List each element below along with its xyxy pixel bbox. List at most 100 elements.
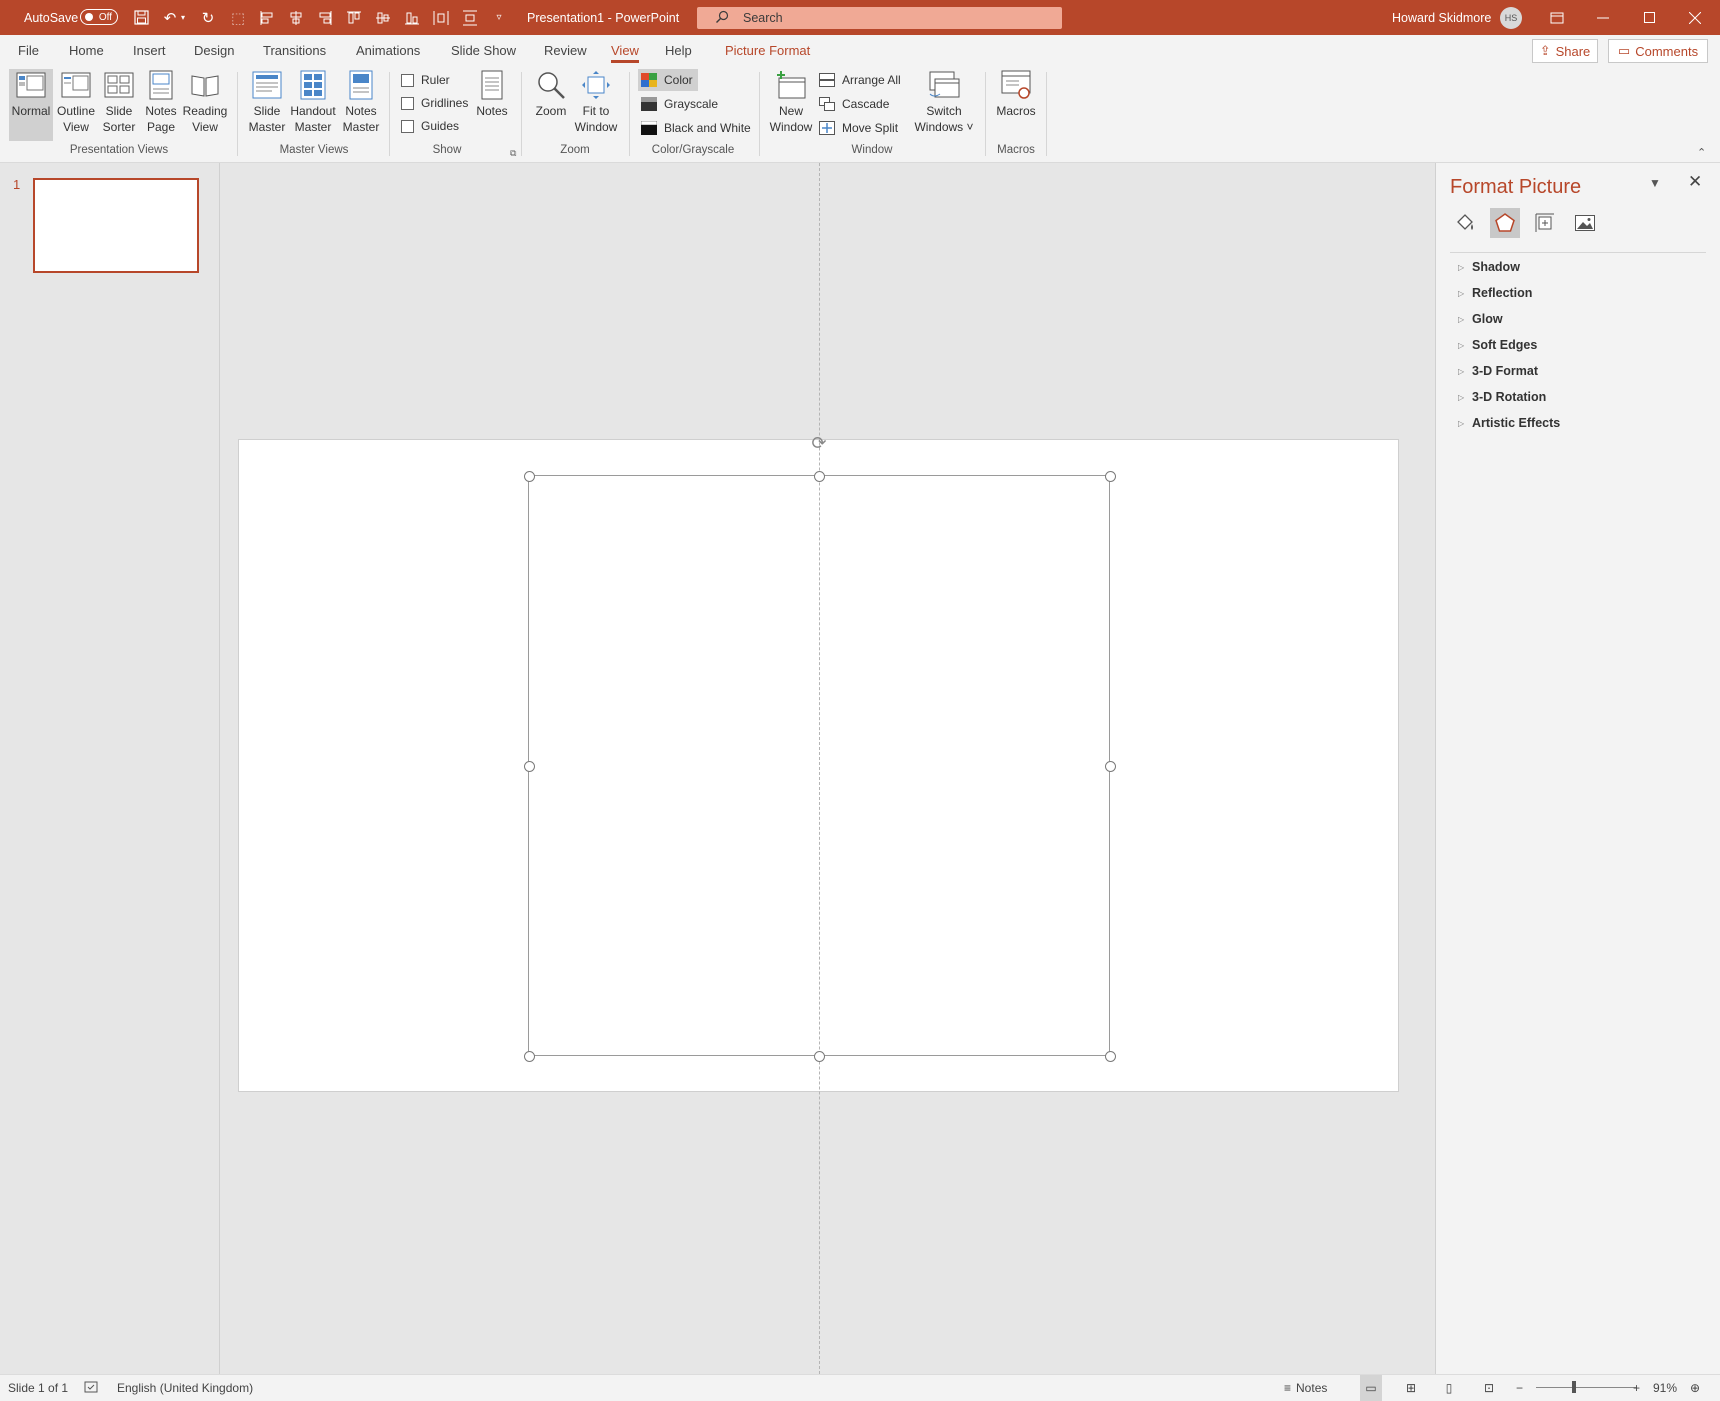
fit-to-window-button[interactable]: Fit to Window (572, 69, 620, 141)
section-reflection[interactable]: ▷ Reflection (1458, 283, 1532, 303)
fill-line-icon[interactable] (1450, 208, 1480, 238)
tab-animations[interactable]: Animations (356, 35, 420, 66)
section-glow[interactable]: ▷ Glow (1458, 309, 1503, 329)
tab-help[interactable]: Help (665, 35, 692, 66)
resize-handle-bottom-left[interactable] (524, 1051, 535, 1062)
autosave-toggle[interactable]: Off (80, 9, 118, 25)
pane-options-icon[interactable]: ▼ (1649, 176, 1661, 190)
section-soft-edges[interactable]: ▷ Soft Edges (1458, 335, 1537, 355)
align-center-icon[interactable] (286, 0, 306, 35)
handout-master-button[interactable]: Handout Master (288, 69, 338, 141)
tab-insert[interactable]: Insert (133, 35, 166, 66)
section-3d-rotation[interactable]: ▷ 3-D Rotation (1458, 387, 1546, 407)
tab-view[interactable]: View (611, 35, 639, 66)
resize-handle-bottom-right[interactable] (1105, 1051, 1116, 1062)
gridlines-checkbox[interactable]: Gridlines (401, 92, 468, 114)
distribute-vertical-icon[interactable] (460, 0, 480, 35)
arrange-all-button[interactable]: Arrange All (819, 69, 901, 91)
reading-view-button[interactable]: Reading View (182, 69, 228, 141)
section-shadow[interactable]: ▷ Shadow (1458, 257, 1520, 277)
show-dialog-launcher-icon[interactable]: ⧉ (510, 148, 516, 159)
align-left-icon[interactable] (257, 0, 277, 35)
undo-dropdown-icon[interactable]: ▾ (178, 0, 188, 35)
resize-handle-left[interactable] (524, 761, 535, 772)
resize-handle-top-right[interactable] (1105, 471, 1116, 482)
comments-button[interactable]: ▭ Comments (1608, 39, 1708, 63)
zoom-slider-track[interactable] (1536, 1387, 1636, 1388)
new-window-button[interactable]: New Window (767, 69, 815, 141)
resize-handle-bottom[interactable] (814, 1051, 825, 1062)
undo-icon[interactable]: ↶ (160, 0, 180, 35)
notes-master-button[interactable]: Notes Master (339, 69, 383, 141)
align-right-icon[interactable] (315, 0, 335, 35)
user-name[interactable]: Howard Skidmore (1392, 0, 1491, 35)
share-button[interactable]: ⇪ Share (1532, 39, 1598, 63)
switch-windows-button[interactable]: Switch Windows ˅ (912, 69, 976, 141)
reading-view-status-icon[interactable]: ▯ (1438, 1375, 1460, 1401)
gridlines-check-box[interactable] (401, 96, 414, 110)
ribbon-display-options-icon[interactable] (1534, 0, 1580, 35)
notes-page-button[interactable]: Notes Page (139, 69, 183, 141)
rotate-handle-icon[interactable]: ⟳ (808, 432, 830, 454)
section-artistic-effects[interactable]: ▷ Artistic Effects (1458, 413, 1560, 433)
size-properties-icon[interactable] (1530, 208, 1560, 238)
tab-file[interactable]: File (18, 35, 39, 66)
ruler-check-box[interactable] (401, 73, 414, 87)
zoom-in-icon[interactable]: + (1633, 1375, 1640, 1401)
normal-view-status-icon[interactable]: ▭ (1360, 1375, 1382, 1401)
select-icon[interactable]: ⬚ (228, 0, 248, 35)
notes-button[interactable]: Notes (470, 69, 514, 141)
zoom-button[interactable]: Zoom (530, 69, 572, 141)
distribute-horizontal-icon[interactable] (431, 0, 451, 35)
zoom-slider-thumb[interactable] (1572, 1381, 1576, 1393)
save-icon[interactable] (131, 0, 151, 35)
move-split-button[interactable]: Move Split (819, 117, 898, 139)
resize-handle-top-left[interactable] (524, 471, 535, 482)
minimize-icon[interactable] (1580, 0, 1626, 35)
slide-show-status-icon[interactable]: ⊡ (1478, 1375, 1500, 1401)
tab-slide-show[interactable]: Slide Show (451, 35, 516, 66)
grayscale-button[interactable]: Grayscale (641, 93, 718, 115)
cascade-button[interactable]: Cascade (819, 93, 889, 115)
section-3d-format[interactable]: ▷ 3-D Format (1458, 361, 1538, 381)
color-button[interactable]: Color (638, 69, 698, 91)
picture-icon[interactable] (1570, 208, 1600, 238)
collapse-ribbon-icon[interactable]: ⌃ (1697, 146, 1706, 159)
outline-view-button[interactable]: Outline View (54, 69, 98, 141)
slide-sorter-button[interactable]: Slide Sorter (97, 69, 141, 141)
guides-check-box[interactable] (401, 119, 414, 133)
resize-handle-top[interactable] (814, 471, 825, 482)
pane-close-icon[interactable]: ✕ (1688, 172, 1702, 192)
redo-icon[interactable]: ↻ (198, 0, 218, 35)
language-indicator[interactable]: English (United Kingdom) (117, 1375, 253, 1401)
accessibility-icon[interactable] (84, 1375, 98, 1401)
guides-checkbox[interactable]: Guides (401, 115, 459, 137)
tab-home[interactable]: Home (69, 35, 104, 66)
close-icon[interactable] (1672, 0, 1718, 35)
zoom-out-icon[interactable]: − (1516, 1375, 1523, 1401)
notes-toggle[interactable]: ≡ Notes (1284, 1375, 1327, 1401)
slide-counter[interactable]: Slide 1 of 1 (8, 1375, 68, 1401)
slide-thumbnail[interactable] (33, 178, 199, 273)
selected-picture[interactable] (528, 475, 1110, 1056)
search-box[interactable]: Search (697, 7, 1062, 29)
macros-button[interactable]: Macros (991, 69, 1041, 141)
tab-transitions[interactable]: Transitions (263, 35, 326, 66)
align-bottom-icon[interactable] (402, 0, 422, 35)
align-top-icon[interactable] (344, 0, 364, 35)
customize-qat-icon[interactable]: ▿ (489, 0, 509, 35)
align-middle-icon[interactable] (373, 0, 393, 35)
slide-master-button[interactable]: Slide Master (245, 69, 289, 141)
effects-icon[interactable] (1490, 208, 1520, 238)
maximize-icon[interactable] (1626, 0, 1672, 35)
tab-design[interactable]: Design (194, 35, 234, 66)
tab-picture-format[interactable]: Picture Format (725, 35, 810, 66)
slide-sorter-status-icon[interactable]: ⊞ (1400, 1375, 1422, 1401)
avatar[interactable]: HS (1500, 7, 1522, 29)
normal-view-button[interactable]: Normal (9, 69, 53, 141)
tab-review[interactable]: Review (544, 35, 587, 66)
fit-slide-icon[interactable]: ⊕ (1690, 1375, 1700, 1401)
black-and-white-button[interactable]: Black and White (640, 117, 751, 139)
ruler-checkbox[interactable]: Ruler (401, 69, 450, 91)
resize-handle-right[interactable] (1105, 761, 1116, 772)
